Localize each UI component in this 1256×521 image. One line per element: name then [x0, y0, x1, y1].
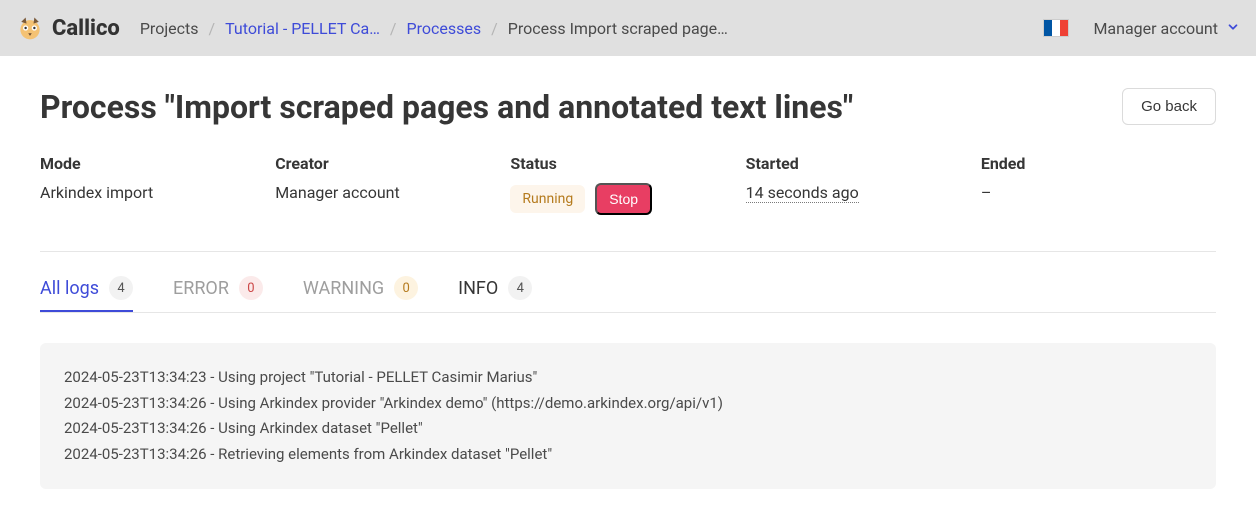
- meta-ended: Ended –: [981, 154, 1216, 215]
- page-title: Process "Import scraped pages and annota…: [40, 88, 853, 126]
- tab-label: All logs: [40, 278, 99, 299]
- started-value: 14 seconds ago: [746, 183, 859, 203]
- tab-count-badge: 4: [508, 276, 532, 300]
- tab-label: WARNING: [303, 278, 384, 299]
- language-flag-icon[interactable]: [1043, 19, 1069, 37]
- account-label: Manager account: [1093, 19, 1218, 38]
- crumb-project[interactable]: Tutorial - PELLET Ca…: [225, 19, 380, 38]
- meta-label: Status: [510, 154, 745, 173]
- navbar: Callico Projects / Tutorial - PELLET Ca……: [0, 0, 1256, 56]
- breadcrumb: Projects / Tutorial - PELLET Ca… / Proce…: [140, 19, 728, 38]
- main-content: Process "Import scraped pages and annota…: [0, 56, 1256, 521]
- separator-icon: /: [209, 19, 216, 38]
- brand-logo-icon: [16, 14, 44, 42]
- meta-started: Started 14 seconds ago: [746, 154, 981, 215]
- status-badge: Running: [510, 185, 585, 213]
- tab-warning[interactable]: WARNING 0: [303, 276, 418, 312]
- meta-mode: Mode Arkindex import: [40, 154, 275, 215]
- tab-count-badge: 0: [394, 276, 418, 300]
- meta-row: Mode Arkindex import Creator Manager acc…: [40, 154, 1216, 215]
- stop-button[interactable]: Stop: [595, 183, 652, 215]
- go-back-button[interactable]: Go back: [1122, 88, 1216, 125]
- crumb-processes[interactable]: Processes: [407, 19, 482, 38]
- log-output: 2024-05-23T13:34:23 - Using project "Tut…: [40, 343, 1216, 489]
- tab-error[interactable]: ERROR 0: [173, 276, 263, 312]
- brand[interactable]: Callico: [16, 14, 120, 42]
- separator-icon: /: [491, 19, 498, 38]
- divider: [40, 251, 1216, 252]
- meta-creator: Creator Manager account: [275, 154, 510, 215]
- tab-count-badge: 4: [109, 276, 133, 300]
- tab-label: ERROR: [173, 278, 229, 299]
- chevron-down-icon: [1226, 19, 1240, 38]
- title-row: Process "Import scraped pages and annota…: [40, 88, 1216, 126]
- brand-text: Callico: [52, 16, 120, 41]
- meta-label: Mode: [40, 154, 275, 173]
- ended-value: –: [981, 183, 1216, 202]
- meta-label: Creator: [275, 154, 510, 173]
- meta-value: Arkindex import: [40, 183, 275, 202]
- account-menu[interactable]: Manager account: [1093, 19, 1240, 38]
- separator-icon: /: [390, 19, 397, 38]
- tab-info[interactable]: INFO 4: [458, 276, 532, 312]
- crumb-projects[interactable]: Projects: [140, 19, 199, 38]
- tab-label: INFO: [458, 278, 498, 299]
- meta-label: Ended: [981, 154, 1216, 173]
- crumb-current: Process Import scraped page…: [508, 19, 728, 38]
- tab-all-logs[interactable]: All logs 4: [40, 276, 133, 312]
- nav-right: Manager account: [1043, 19, 1240, 38]
- log-tabs: All logs 4 ERROR 0 WARNING 0 INFO 4: [40, 276, 1216, 313]
- tab-count-badge: 0: [239, 276, 263, 300]
- meta-value: Manager account: [275, 183, 510, 202]
- meta-status: Status Running Stop: [510, 154, 745, 215]
- meta-label: Started: [746, 154, 981, 173]
